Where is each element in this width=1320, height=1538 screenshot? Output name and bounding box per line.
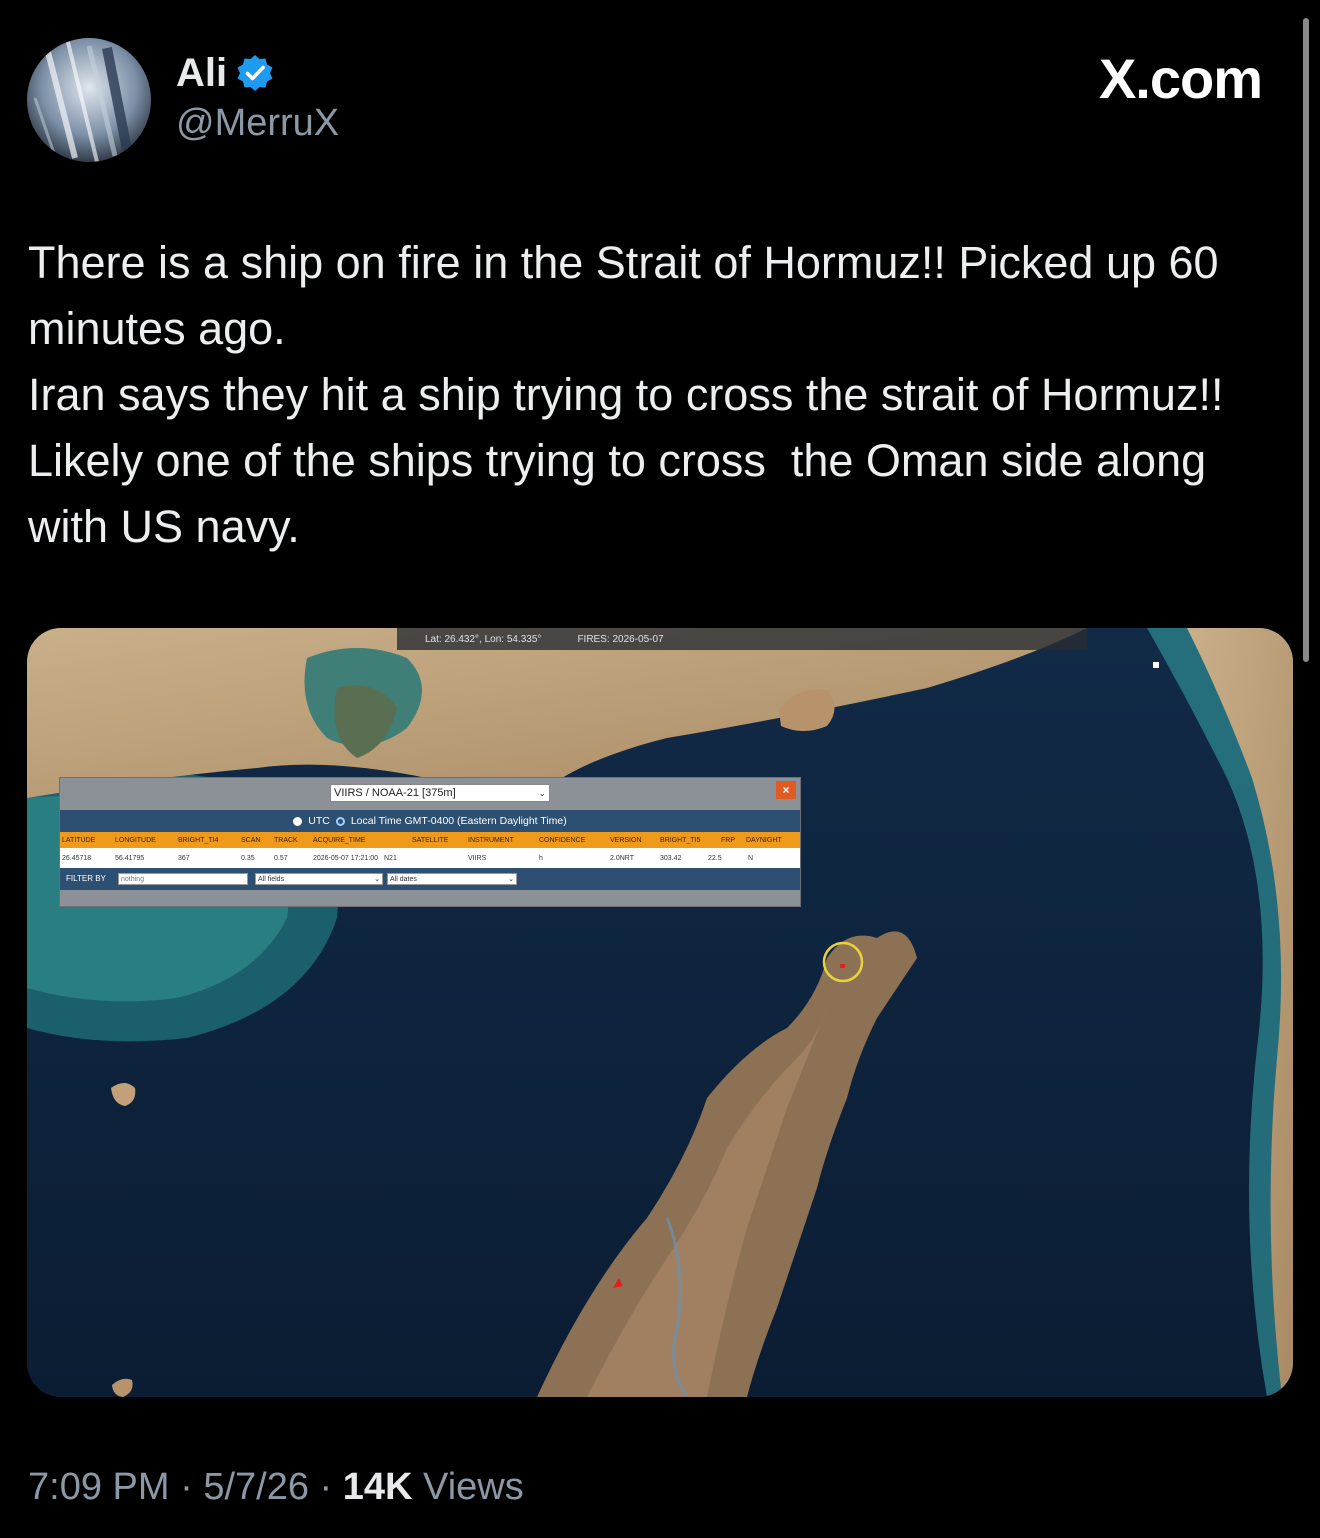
table-cell: 0.57 <box>274 854 288 862</box>
table-cell: N21 <box>384 854 397 862</box>
table-header: LATITUDE LONGITUDE BRIGHT_TI4 SCAN TRACK… <box>60 832 800 848</box>
table-cell: 367 <box>178 854 190 862</box>
dates-select-value: All dates <box>390 876 417 883</box>
chevron-down-icon: ⌄ <box>538 788 546 798</box>
satellite-source-select[interactable]: VIIRS / NOAA-21 [375m] ⌄ <box>330 784 550 802</box>
close-button[interactable]: × <box>776 781 796 799</box>
fires-date: FIRES: 2026-05-07 <box>577 633 664 645</box>
column-header[interactable]: LATITUDE <box>62 837 95 844</box>
table-cell: 0.35 <box>241 854 255 862</box>
radio-utc[interactable] <box>293 816 303 826</box>
tweet-time[interactable]: 7:09 PM <box>28 1466 170 1508</box>
separator: · <box>319 1466 333 1508</box>
column-header[interactable]: FRP <box>721 837 735 844</box>
column-header[interactable]: SATELLITE <box>412 837 448 844</box>
author-name[interactable]: Ali <box>176 51 227 96</box>
page-scrollbar[interactable] <box>1303 18 1309 662</box>
x-logo: X.com <box>1098 47 1263 110</box>
tweet-paragraph: There is a ship on fire in the Strait of… <box>28 237 1232 354</box>
separator: · <box>180 1466 193 1508</box>
map-coordinate-bar: Lat: 26.432°, Lon: 54.335° FIRES: 2026-0… <box>397 628 1087 650</box>
satellite-source-value: VIIRS / NOAA-21 [375m] <box>334 787 456 799</box>
local-time-label: Local Time GMT-0400 (Eastern Daylight Ti… <box>350 815 567 827</box>
filter-input[interactable]: nothing <box>118 873 248 885</box>
author-handle[interactable]: @MerruX <box>176 102 339 145</box>
author-name-row[interactable]: Ali <box>176 48 275 98</box>
table-cell: 2.0NRT <box>610 854 634 862</box>
column-header[interactable]: SCAN <box>241 837 260 844</box>
table-cell: 26.45718 <box>62 854 92 862</box>
verified-badge-icon <box>237 55 273 91</box>
column-header[interactable]: BRIGHT_TI4 <box>178 837 218 844</box>
column-header[interactable]: BRIGHT_TI5 <box>660 837 700 844</box>
column-header[interactable]: VERSION <box>610 837 642 844</box>
tweet-meta: 7:09 PM · 5/7/26 · 14K Views <box>28 1466 524 1509</box>
avatar[interactable] <box>27 38 151 162</box>
time-zone-selector: UTC Local Time GMT-0400 (Eastern Dayligh… <box>60 810 800 832</box>
column-header[interactable]: TRACK <box>274 837 298 844</box>
avatar-image <box>27 38 151 162</box>
table-cell: 2026-05-07 17:21:00 <box>313 854 378 862</box>
table-row[interactable]: 26.45718 56.41795 367 0.35 0.57 2026-05-… <box>60 848 800 868</box>
column-header[interactable]: DAYNIGHT <box>746 837 782 844</box>
map-coordinates: Lat: 26.432°, Lon: 54.335° <box>425 633 542 645</box>
filter-bar: FILTER BY nothing All fields ⌄ All dates… <box>60 868 800 890</box>
column-header[interactable]: INSTRUMENT <box>468 837 514 844</box>
table-cell: 22.5 <box>708 854 722 862</box>
fields-select-value: All fields <box>258 876 285 883</box>
tweet-date[interactable]: 5/7/26 <box>203 1466 309 1508</box>
table-cell: VIIRS <box>468 854 487 862</box>
column-header[interactable]: CONFIDENCE <box>539 837 585 844</box>
table-cell: N <box>748 854 754 862</box>
chevron-down-icon: ⌄ <box>374 876 380 883</box>
table-cell: 56.41795 <box>115 854 145 862</box>
tweet-paragraph: Iran says they hit a ship trying to cros… <box>28 369 1236 552</box>
radio-local-time[interactable] <box>335 816 345 826</box>
table-cell: 303.42 <box>660 854 682 862</box>
column-header[interactable]: LONGITUDE <box>115 837 156 844</box>
fire-data-panel: VIIRS / NOAA-21 [375m] ⌄ × UTC Local Tim… <box>59 777 801 907</box>
fields-select[interactable]: All fields ⌄ <box>255 873 383 885</box>
tweet-media-image[interactable]: Lat: 26.432°, Lon: 54.335° FIRES: 2026-0… <box>27 628 1293 1397</box>
filter-label: FILTER BY <box>66 874 106 883</box>
chevron-down-icon: ⌄ <box>508 876 514 883</box>
satellite-map <box>27 628 1293 1397</box>
column-header[interactable]: ACQUIRE_TIME <box>313 837 366 844</box>
dates-select[interactable]: All dates ⌄ <box>387 873 517 885</box>
views-label: Views <box>423 1466 524 1508</box>
views-count: 14K <box>342 1466 413 1508</box>
table-cell: h <box>539 854 543 862</box>
utc-label: UTC <box>308 815 330 827</box>
tweet-text: There is a ship on fire in the Strait of… <box>28 230 1288 560</box>
